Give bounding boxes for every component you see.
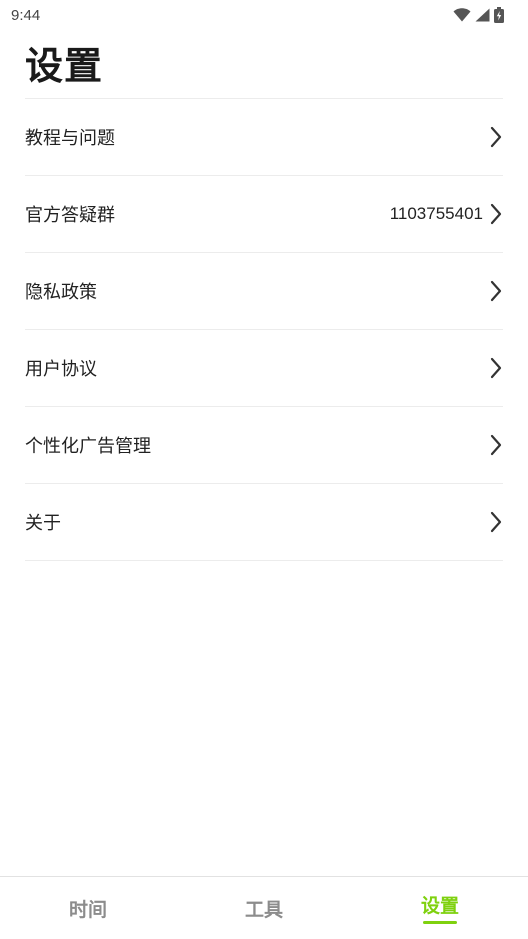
chevron-right-icon (490, 434, 502, 456)
status-icons (453, 7, 504, 23)
chevron-right-icon (490, 203, 502, 225)
settings-item-right (489, 280, 503, 302)
settings-item-tutorial-faq[interactable]: 教程与问题 (25, 99, 503, 176)
signal-icon (475, 8, 490, 22)
page-title: 设置 (25, 44, 104, 88)
settings-item-right (489, 357, 503, 379)
active-tab-indicator (423, 921, 457, 924)
settings-item-label: 教程与问题 (25, 128, 115, 149)
settings-item-official-qa-group[interactable]: 官方答疑群 1103755401 (25, 176, 503, 253)
settings-item-label: 官方答疑群 (25, 205, 115, 226)
battery-charging-icon (494, 7, 504, 23)
chevron-right-icon (490, 280, 502, 302)
tab-label: 时间 (68, 898, 107, 921)
settings-item-right (489, 126, 503, 148)
tab-tools[interactable]: 工具 (176, 877, 352, 939)
settings-item-label: 个性化广告管理 (25, 436, 151, 457)
settings-item-personalized-ads[interactable]: 个性化广告管理 (25, 407, 503, 484)
chevron-right-icon (490, 126, 502, 148)
settings-item-privacy-policy[interactable]: 隐私政策 (25, 253, 503, 330)
settings-item-label: 用户协议 (25, 359, 97, 380)
status-bar: 9:44 (0, 0, 528, 30)
wifi-icon (453, 8, 471, 22)
settings-item-label: 隐私政策 (25, 282, 97, 303)
settings-item-label: 关于 (25, 513, 61, 534)
settings-screen: 9:44 设置 教程与问题 官方答疑群 1103755401 隐私政策 用户协议… (0, 0, 528, 939)
qa-group-number: 1103755401 (389, 204, 483, 223)
settings-item-about[interactable]: 关于 (25, 484, 503, 561)
settings-item-right (489, 434, 503, 456)
chevron-right-icon (490, 511, 502, 533)
tab-label: 工具 (244, 898, 283, 921)
settings-item-right: 1103755401 (390, 203, 503, 225)
chevron-right-icon (490, 357, 502, 379)
settings-item-right (489, 511, 503, 533)
tab-label: 设置 (420, 894, 459, 917)
status-time: 9:44 (11, 6, 41, 24)
settings-list: 教程与问题 官方答疑群 1103755401 隐私政策 用户协议 个性化广告管理… (25, 98, 503, 561)
settings-item-user-agreement[interactable]: 用户协议 (25, 330, 503, 407)
tab-time[interactable]: 时间 (0, 877, 176, 939)
tab-settings[interactable]: 设置 (352, 877, 528, 939)
bottom-nav: 时间 工具 设置 (0, 876, 528, 939)
